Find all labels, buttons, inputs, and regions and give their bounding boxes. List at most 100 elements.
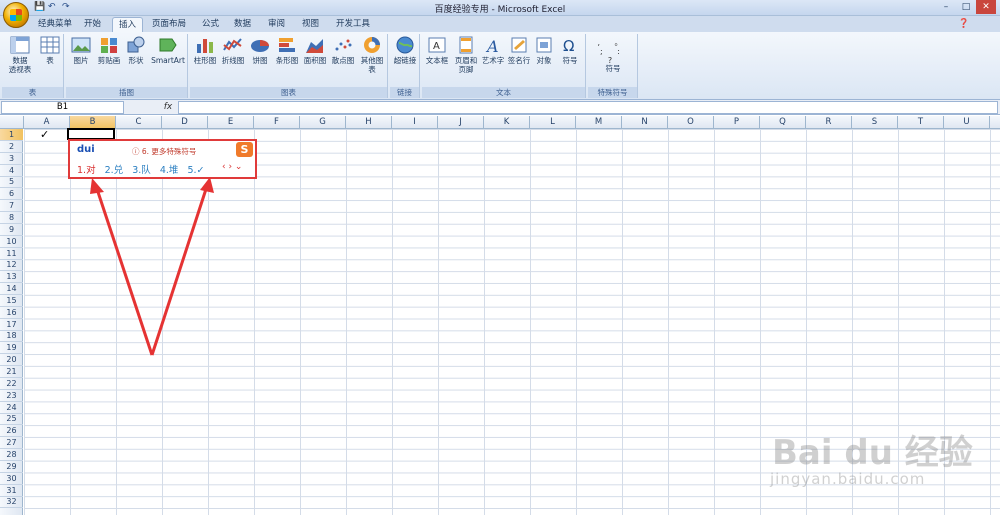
ime-page-nav[interactable]: ‹ › ⌄	[222, 162, 242, 172]
other-charts-button[interactable]: 其他图表	[358, 36, 386, 74]
cell-a1[interactable]: ✓	[40, 128, 49, 141]
column-header[interactable]: H	[346, 116, 392, 129]
row-header[interactable]: 30	[0, 473, 23, 485]
ime-candidate-4[interactable]: 4.堆	[160, 165, 179, 176]
tab-developer[interactable]: 开发工具	[330, 17, 376, 32]
row-header[interactable]: 14	[0, 283, 23, 296]
tab-insert[interactable]: 插入	[112, 17, 144, 32]
line-chart-button[interactable]: 折线图	[220, 36, 246, 65]
row-header[interactable]: 22	[0, 378, 23, 390]
scatter-chart-button[interactable]: 散点图	[330, 36, 356, 65]
column-header[interactable]: F	[254, 116, 300, 129]
row-header[interactable]: 26	[0, 425, 23, 438]
tab-formulas[interactable]: 公式	[196, 17, 225, 32]
special-symbol-grid[interactable]: , 。; : ?	[594, 38, 632, 65]
row-header[interactable]: 10	[0, 236, 23, 248]
formula-input[interactable]	[178, 101, 998, 114]
close-button[interactable]: ✕	[976, 0, 996, 14]
column-header[interactable]: M	[576, 116, 622, 129]
symbol-button[interactable]: Ω 符号	[558, 36, 582, 65]
row-header[interactable]: 18	[0, 330, 23, 343]
column-header[interactable]: N	[622, 116, 668, 129]
minimize-button[interactable]: –	[936, 0, 956, 14]
column-header[interactable]: I	[392, 116, 438, 129]
row-header[interactable]: 27	[0, 437, 23, 450]
table-button[interactable]: 表	[38, 36, 62, 65]
row-header[interactable]: 2	[0, 141, 23, 153]
row-header[interactable]: 13	[0, 271, 23, 284]
row-header[interactable]: 6	[0, 188, 23, 201]
tab-review[interactable]: 审阅	[262, 17, 291, 32]
column-header[interactable]: R	[806, 116, 852, 129]
area-chart-button[interactable]: 面积图	[302, 36, 328, 65]
maximize-button[interactable]: □	[956, 0, 976, 14]
row-header[interactable]: 5	[0, 176, 23, 189]
tab-data[interactable]: 数据	[228, 17, 257, 32]
row-header[interactable]: 20	[0, 354, 23, 367]
hyperlink-button[interactable]: 超链接	[392, 36, 418, 65]
column-header[interactable]: O	[668, 116, 714, 129]
select-all-corner[interactable]	[0, 116, 24, 129]
row-header[interactable]: 15	[0, 295, 23, 307]
special-symbol-button[interactable]: 符号	[594, 64, 632, 73]
picture-button[interactable]: 图片	[68, 36, 94, 65]
tab-page-layout[interactable]: 页面布局	[146, 17, 192, 32]
office-button[interactable]	[3, 2, 29, 28]
column-header[interactable]: J	[438, 116, 484, 129]
row-header[interactable]: 11	[0, 248, 23, 260]
row-header[interactable]: 19	[0, 342, 23, 355]
pie-chart-button[interactable]: 饼图	[248, 36, 272, 65]
fx-icon[interactable]: fx	[160, 101, 176, 114]
clipart-button[interactable]: 剪贴画	[96, 36, 122, 65]
column-header[interactable]: U	[944, 116, 990, 129]
tab-home[interactable]: 开始	[78, 17, 107, 32]
help-icon[interactable]: ❓	[952, 17, 975, 32]
column-header[interactable]: T	[898, 116, 944, 129]
row-header[interactable]: 29	[0, 461, 23, 473]
textbox-button[interactable]: A 文本框	[424, 36, 450, 65]
ime-candidate-5[interactable]: 5.✓	[187, 165, 204, 176]
row-header[interactable]: 4	[0, 165, 23, 177]
column-header[interactable]: C	[116, 116, 162, 129]
row-header[interactable]: 25	[0, 413, 23, 426]
column-header[interactable]: S	[852, 116, 898, 129]
row-header[interactable]: 21	[0, 366, 23, 378]
bar-chart-button[interactable]: 条形图	[274, 36, 300, 65]
column-header[interactable]: K	[484, 116, 530, 129]
row-header[interactable]: 31	[0, 485, 23, 497]
wordart-button[interactable]: A 艺术字	[480, 36, 506, 65]
column-header[interactable]: G	[300, 116, 346, 129]
row-header[interactable]: 17	[0, 319, 23, 331]
row-header[interactable]: 7	[0, 200, 23, 213]
row-header[interactable]: 28	[0, 449, 23, 461]
row-header[interactable]: 24	[0, 402, 23, 414]
tab-view[interactable]: 视图	[296, 17, 325, 32]
shapes-button[interactable]: 形状	[124, 36, 148, 65]
pivot-table-button[interactable]: 数据 透视表	[4, 36, 36, 74]
smartart-button[interactable]: SmartArt	[150, 36, 186, 65]
tab-classic-menu[interactable]: 经典菜单	[32, 17, 78, 32]
row-header[interactable]: 12	[0, 259, 23, 272]
ime-more-symbols-hint[interactable]: ⓘ 6. 更多特殊符号	[132, 146, 196, 157]
column-chart-button[interactable]: 柱形图	[192, 36, 218, 65]
ime-candidate-3[interactable]: 3.队	[132, 165, 151, 176]
row-header[interactable]: 32	[0, 496, 23, 509]
row-header[interactable]: 9	[0, 224, 23, 236]
row-header[interactable]: 16	[0, 307, 23, 319]
ime-candidate-1[interactable]: 1.对	[77, 165, 96, 176]
row-header[interactable]: 3	[0, 153, 23, 165]
column-header[interactable]: D	[162, 116, 208, 129]
column-header[interactable]: V	[990, 116, 1000, 129]
column-header[interactable]: L	[530, 116, 576, 129]
row-header[interactable]: 1	[0, 129, 23, 141]
column-header[interactable]: P	[714, 116, 760, 129]
ime-candidate-2[interactable]: 2.兑	[105, 165, 124, 176]
header-footer-button[interactable]: 页眉和 页脚	[452, 36, 480, 74]
object-button[interactable]: 对象	[532, 36, 556, 65]
column-header[interactable]: E	[208, 116, 254, 129]
row-header[interactable]: 8	[0, 212, 23, 224]
name-box[interactable]: B1	[1, 101, 124, 114]
signature-line-button[interactable]: 签名行	[506, 36, 532, 65]
column-header[interactable]: Q	[760, 116, 806, 129]
row-header[interactable]: 23	[0, 390, 23, 402]
